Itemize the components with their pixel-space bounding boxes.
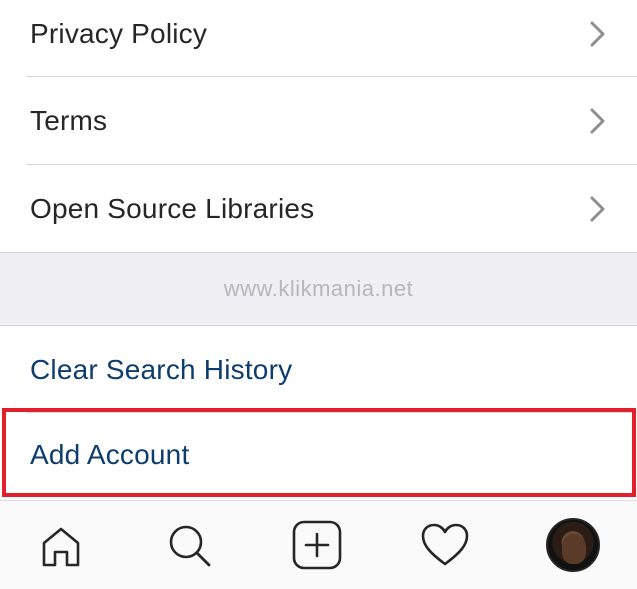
new-post-icon bbox=[292, 520, 342, 570]
watermark-text: www.klikmania.net bbox=[223, 276, 414, 301]
home-icon bbox=[42, 527, 80, 567]
section-spacer: www.klikmania.net bbox=[0, 253, 637, 325]
tab-activity[interactable] bbox=[419, 519, 471, 571]
heart-icon bbox=[421, 523, 469, 566]
menu-item-open-source-libraries[interactable]: Open Source Libraries bbox=[0, 165, 637, 253]
menu-item-label: Open Source Libraries bbox=[30, 193, 315, 224]
tab-home[interactable] bbox=[35, 519, 87, 571]
clear-search-history-label: Clear Search History bbox=[30, 354, 293, 385]
tab-new-post[interactable] bbox=[291, 519, 343, 571]
clear-search-history-button[interactable]: Clear Search History bbox=[0, 326, 637, 414]
avatar bbox=[546, 518, 600, 572]
chevron-right-icon bbox=[590, 21, 605, 47]
chevron-right-icon bbox=[590, 196, 605, 222]
menu-item-label: Terms bbox=[30, 105, 108, 136]
tab-search[interactable] bbox=[163, 519, 215, 571]
menu-item-terms[interactable]: Terms bbox=[0, 77, 637, 165]
chevron-right-icon bbox=[590, 108, 605, 134]
bottom-tab-bar bbox=[0, 500, 637, 589]
menu-item-privacy-policy[interactable]: Privacy Policy bbox=[0, 0, 637, 78]
menu-item-label: Privacy Policy bbox=[30, 18, 208, 49]
highlight-annotation bbox=[2, 408, 636, 497]
search-icon bbox=[169, 525, 211, 567]
tab-profile[interactable] bbox=[545, 517, 601, 573]
